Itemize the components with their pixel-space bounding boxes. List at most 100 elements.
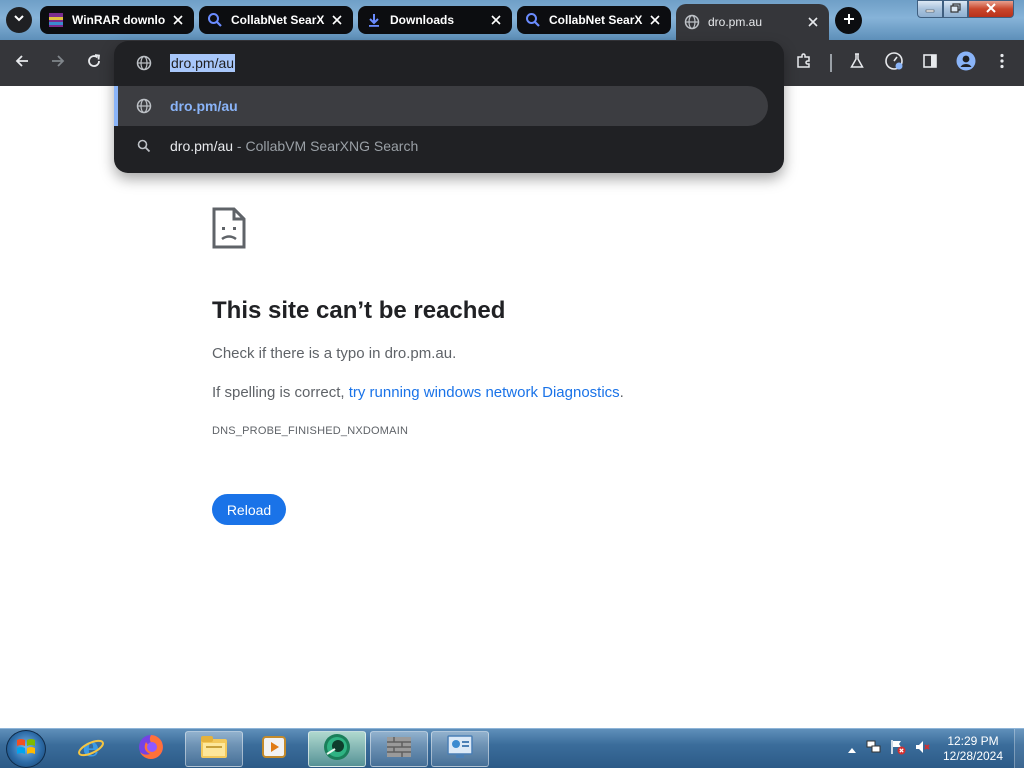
windows-taskbar: e 12:29 PM 12/28/2024 xyxy=(0,728,1024,768)
puzzle-icon xyxy=(795,52,813,75)
tab-downloads[interactable]: Downloads xyxy=(358,6,512,34)
reload-button[interactable]: Reload xyxy=(212,494,286,525)
internet-explorer-icon: e xyxy=(76,732,106,767)
tab-title: Downloads xyxy=(390,13,455,27)
firefox-icon xyxy=(136,732,166,767)
globe-icon xyxy=(136,55,152,76)
arrow-left-icon xyxy=(14,53,30,74)
error-code: DNS_PROBE_FINISHED_NXDOMAIN xyxy=(212,425,409,437)
globe-icon xyxy=(136,98,152,114)
extensions-button[interactable] xyxy=(792,51,816,75)
error-diagnostics-suffix: . xyxy=(619,384,624,401)
taskbar-firewall[interactable] xyxy=(370,731,428,767)
tray-action-center[interactable] xyxy=(890,739,906,760)
error-typo-hint: Check if there is a typo in dro.pm.au. xyxy=(212,345,457,362)
omnibox-dropdown: dro.pm/au dro.pm/au dro.pm/au - CollabVM… xyxy=(114,41,784,173)
suggestion-query: dro.pm/au xyxy=(170,138,234,154)
chevron-down-icon xyxy=(13,11,25,29)
chevron-up-icon xyxy=(848,740,856,758)
taskbar-control-panel[interactable] xyxy=(431,731,489,767)
close-icon[interactable] xyxy=(805,14,821,30)
file-explorer-icon xyxy=(198,733,230,766)
tab-winrar[interactable]: WinRAR downlo xyxy=(40,6,194,34)
close-icon[interactable] xyxy=(329,12,345,28)
error-diagnostics-hint: If spelling is correct, try running wind… xyxy=(212,384,624,401)
tab-title: CollabNet SearX xyxy=(231,13,325,27)
tab-collabnet-searx-1[interactable]: CollabNet SearX xyxy=(199,6,353,34)
restore-button[interactable] xyxy=(943,0,968,18)
toolbar-divider xyxy=(830,54,832,72)
windows-logo-icon xyxy=(15,736,37,763)
close-icon[interactable] xyxy=(170,12,186,28)
minimize-button[interactable] xyxy=(917,0,943,18)
tab-title: dro.pm.au xyxy=(708,15,763,29)
control-panel-icon xyxy=(445,733,475,766)
profile-button[interactable] xyxy=(954,51,978,75)
winrar-icon xyxy=(48,12,64,28)
taskbar-firefox[interactable] xyxy=(122,731,180,767)
omnibox-suggestion-url[interactable]: dro.pm/au xyxy=(114,86,768,126)
tab-title: CollabNet SearX xyxy=(549,13,643,27)
taskbar-clock[interactable]: 12:29 PM 12/28/2024 xyxy=(934,734,1012,764)
close-icon xyxy=(986,0,996,18)
start-button[interactable] xyxy=(6,730,46,768)
taskbar-file-explorer[interactable] xyxy=(185,731,243,767)
suggestion-url-text: dro.pm/au xyxy=(170,98,238,114)
side-panel-button[interactable] xyxy=(918,51,942,75)
taskbar-chrome-canary[interactable] xyxy=(308,731,366,767)
flag-error-icon xyxy=(890,739,906,760)
network-icon xyxy=(866,739,882,760)
new-tab-button[interactable] xyxy=(835,7,862,34)
omnibox-input-row[interactable]: dro.pm/au xyxy=(114,41,784,85)
tab-collabnet-searx-2[interactable]: CollabNet SearX xyxy=(517,6,671,34)
tray-volume[interactable] xyxy=(914,739,930,760)
globe-icon xyxy=(684,14,700,30)
avatar-icon xyxy=(956,51,976,76)
tab-title: WinRAR downlo xyxy=(72,13,166,27)
minimize-icon xyxy=(925,0,935,18)
side-panel-icon xyxy=(922,53,938,74)
reload-toolbar-button[interactable] xyxy=(82,51,106,75)
search-icon xyxy=(525,12,541,28)
tab-strip: WinRAR downlo CollabNet SearX Downloads … xyxy=(0,0,1024,40)
tab-dro-pm-au[interactable]: dro.pm.au xyxy=(676,4,829,40)
taskbar-media-player[interactable] xyxy=(245,731,303,767)
error-title: This site can’t be reached xyxy=(212,297,506,324)
download-icon xyxy=(366,12,382,28)
forward-button[interactable] xyxy=(46,51,70,75)
close-icon[interactable] xyxy=(647,12,663,28)
window-controls xyxy=(917,0,1014,18)
back-button[interactable] xyxy=(10,51,34,75)
window-close-button[interactable] xyxy=(968,0,1014,18)
chrome-canary-icon xyxy=(322,732,352,767)
omnibox-suggestion-search[interactable]: dro.pm/au - CollabVM SearXNG Search xyxy=(114,126,768,166)
search-icon xyxy=(207,12,223,28)
sad-page-icon xyxy=(212,207,246,254)
show-hidden-icons-button[interactable] xyxy=(844,741,860,757)
performance-button[interactable] xyxy=(882,51,906,75)
suggestion-engine: - CollabVM SearXNG Search xyxy=(233,138,419,154)
firewall-icon xyxy=(384,733,414,766)
show-desktop-button[interactable] xyxy=(1014,729,1024,768)
more-vert-icon xyxy=(1000,53,1004,74)
refresh-icon xyxy=(86,53,102,74)
error-diagnostics-prefix: If spelling is correct, xyxy=(212,384,349,401)
menu-button[interactable] xyxy=(990,51,1014,75)
media-player-icon xyxy=(259,732,289,767)
close-icon[interactable] xyxy=(488,12,504,28)
arrow-right-icon xyxy=(50,53,66,74)
gauge-icon xyxy=(884,51,904,76)
clock-time: 12:29 PM xyxy=(947,734,999,748)
restore-icon xyxy=(950,0,961,18)
labs-button[interactable] xyxy=(845,51,869,75)
volume-muted-icon xyxy=(914,739,930,760)
tray-network[interactable] xyxy=(866,739,882,760)
taskbar-internet-explorer[interactable]: e xyxy=(62,731,120,767)
suggestion-search-text: dro.pm/au - CollabVM SearXNG Search xyxy=(170,138,418,154)
tab-search-button[interactable] xyxy=(6,7,32,33)
svg-text:e: e xyxy=(83,733,100,762)
flask-icon xyxy=(848,52,866,75)
omnibox-input[interactable]: dro.pm/au xyxy=(170,54,236,72)
network-diagnostics-link[interactable]: try running windows network Diagnostics xyxy=(349,384,620,401)
search-icon xyxy=(136,138,152,154)
